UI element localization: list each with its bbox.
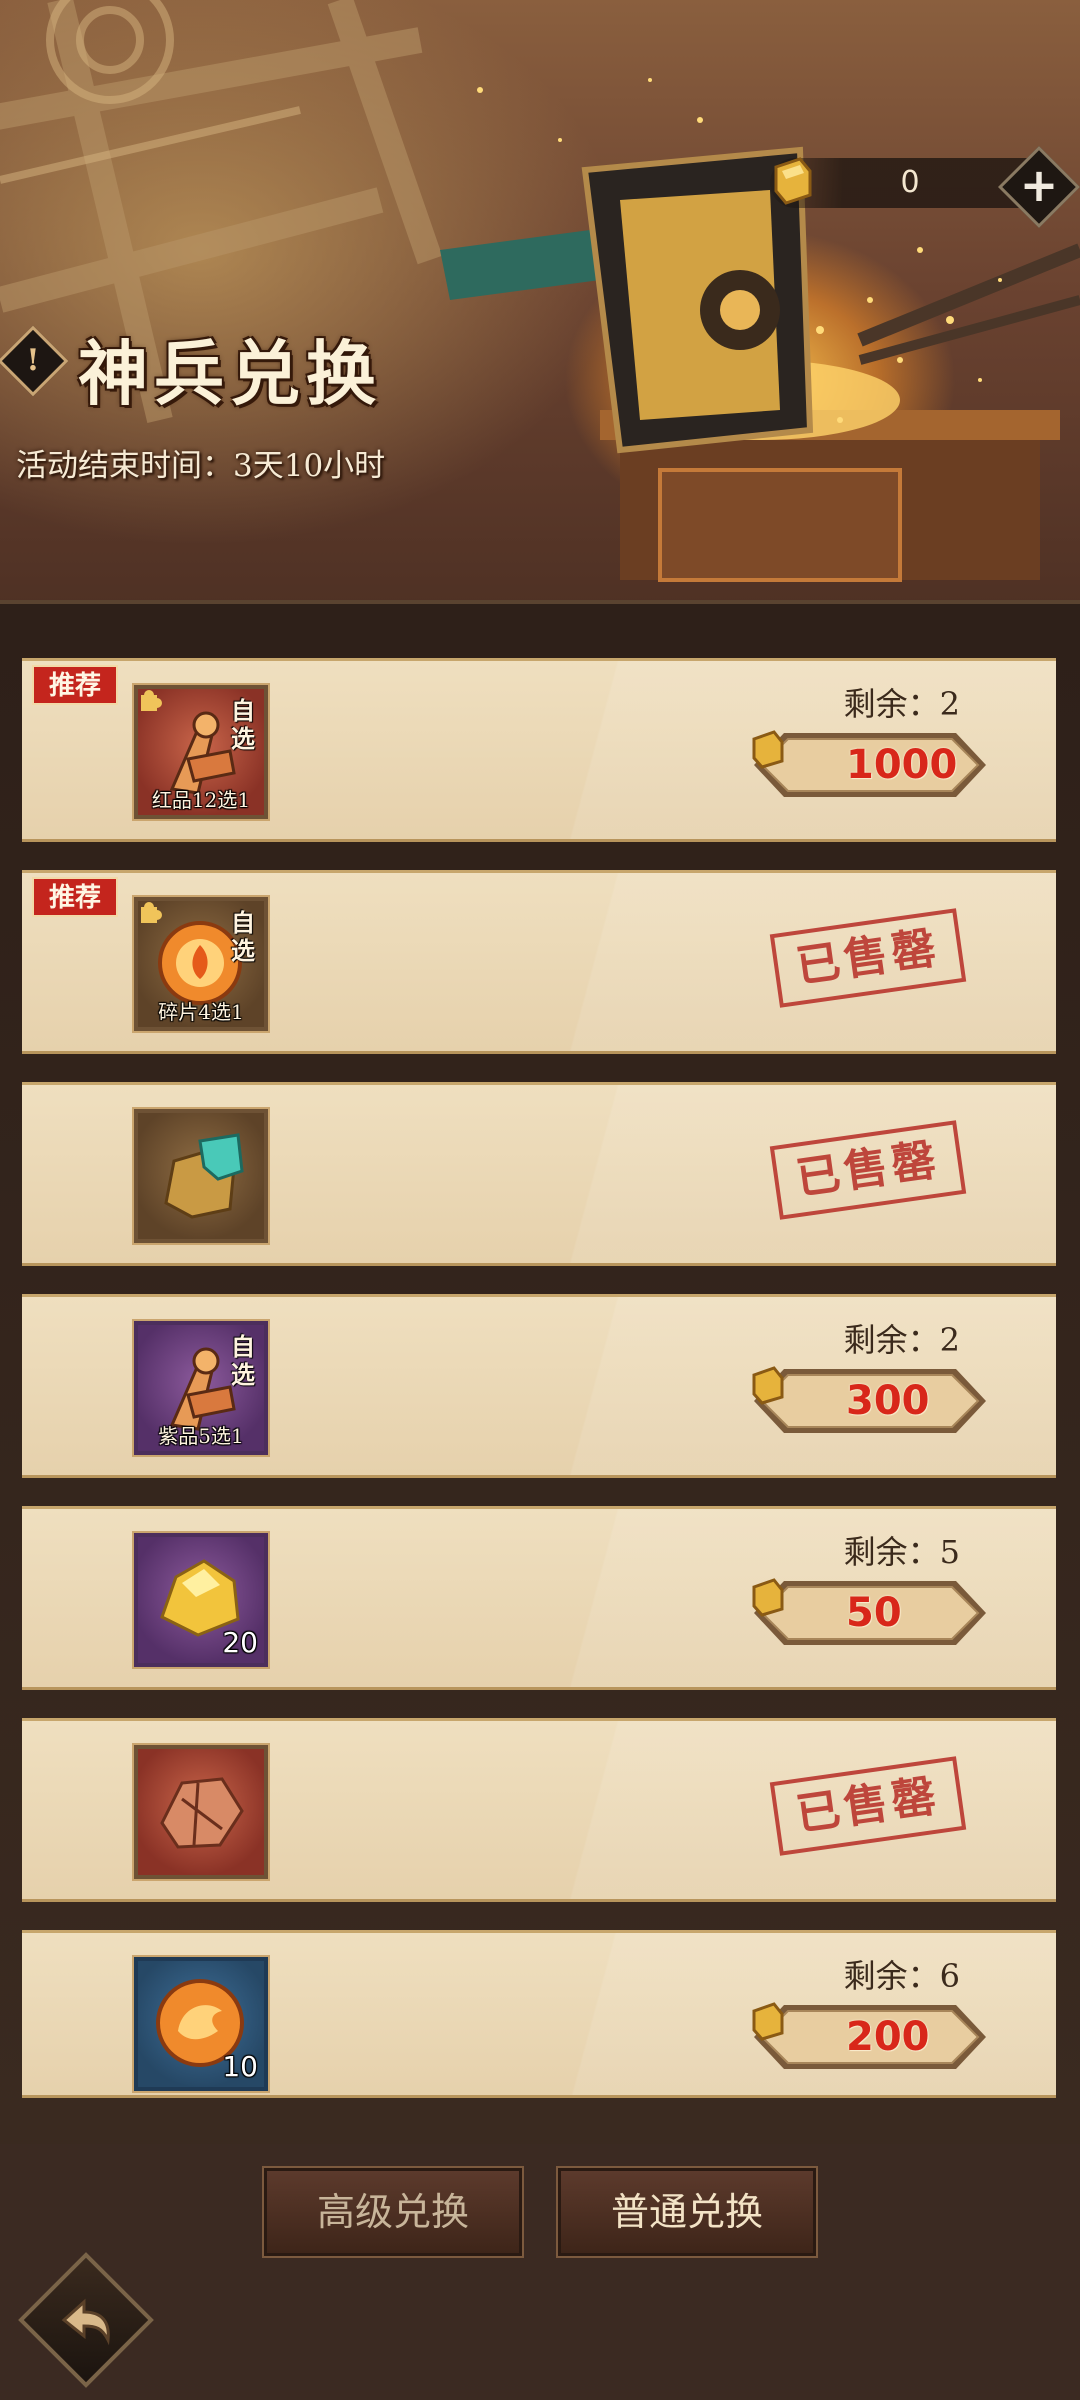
recommend-badge: 推荐 — [32, 877, 118, 917]
jade-ore-icon[interactable] — [132, 1107, 270, 1245]
self-select-label: 自选 — [231, 1332, 255, 1389]
copper-ore-icon[interactable] — [132, 1743, 270, 1881]
recommend-badge: 推荐 — [32, 665, 118, 705]
item-quantity: 20 — [222, 1626, 258, 1659]
buy-button[interactable]: 200 — [750, 2001, 990, 2073]
buy-button[interactable]: 1000 — [750, 729, 990, 801]
back-arrow-icon — [61, 2298, 110, 2346]
item-caption: 紫品5选1 — [158, 1424, 244, 1448]
gold-ingot-icon — [752, 1578, 784, 1617]
price-value: 300 — [846, 1378, 930, 1424]
self-select-label: 自选 — [231, 908, 255, 965]
buy-button[interactable]: 50 — [750, 1577, 990, 1649]
gold-ingot-icon — [752, 1366, 784, 1405]
purple-weapon-chest-icon[interactable]: 自选 紫品5选1 — [132, 1319, 270, 1457]
exchange-row[interactable]: 20 剩余：5 50 — [22, 1506, 1056, 1690]
item-caption: 碎片4选1 — [158, 1000, 244, 1024]
page-title: 神兵兑换 — [78, 332, 382, 415]
exchange-row[interactable]: 推荐 自选 红品12选1 剩余：2 1000 — [22, 658, 1056, 842]
exchange-row[interactable]: 自选 紫品5选1 剩余：2 300 — [22, 1294, 1056, 1478]
price-value: 50 — [846, 1590, 902, 1636]
sold-out-stamp: 已售罄 — [769, 1120, 967, 1220]
buy-button[interactable]: 300 — [750, 1365, 990, 1437]
tab-normal-exchange[interactable]: 普通兑换 — [556, 2166, 818, 2258]
event-end-time: 活动结束时间：3天10小时 — [16, 448, 386, 484]
plus-icon: + — [1019, 158, 1059, 212]
event-banner: 0 + ! 神兵兑换 活动结束时间：3天10小时 — [0, 0, 1080, 660]
exchange-row[interactable]: 已售罄 — [22, 1718, 1056, 1902]
tab-advanced-exchange[interactable]: 高级兑换 — [262, 2166, 524, 2258]
gold-ingot-icon — [752, 2002, 784, 2041]
gold-ingot-icon — [774, 157, 812, 205]
price-value: 1000 — [846, 742, 958, 788]
currency-value: 0 — [900, 165, 920, 200]
red-weapon-chest-icon[interactable]: 自选 红品12选1 — [132, 683, 270, 821]
puzzle-piece-icon — [141, 902, 162, 923]
price-value: 200 — [846, 2014, 930, 2060]
remaining-count: 剩余：2 — [843, 685, 960, 723]
self-select-label: 自选 — [231, 696, 255, 753]
dragon-orb-icon[interactable]: 10 — [132, 1955, 270, 2093]
sold-out-stamp: 已售罄 — [769, 908, 967, 1008]
fire-orb-fragment-icon[interactable]: 自选 碎片4选1 — [132, 895, 270, 1033]
exchange-row[interactable]: 推荐 自选 碎片4选1 已售罄 — [22, 870, 1056, 1054]
item-caption: 红品12选1 — [151, 788, 251, 812]
remaining-count: 剩余：5 — [843, 1533, 960, 1571]
back-button[interactable] — [18, 2252, 154, 2388]
remaining-count: 剩余：6 — [843, 1957, 960, 1995]
sold-out-stamp: 已售罄 — [769, 1756, 967, 1856]
item-quantity: 10 — [222, 2050, 258, 2083]
remaining-count: 剩余：2 — [843, 1321, 960, 1359]
exchange-row[interactable]: 10 剩余：6 200 — [22, 1930, 1056, 2098]
exchange-row[interactable]: 已售罄 — [22, 1082, 1056, 1266]
gold-ingot-icon — [752, 730, 784, 769]
puzzle-piece-icon — [141, 690, 162, 711]
gold-ore-icon[interactable]: 20 — [132, 1531, 270, 1669]
